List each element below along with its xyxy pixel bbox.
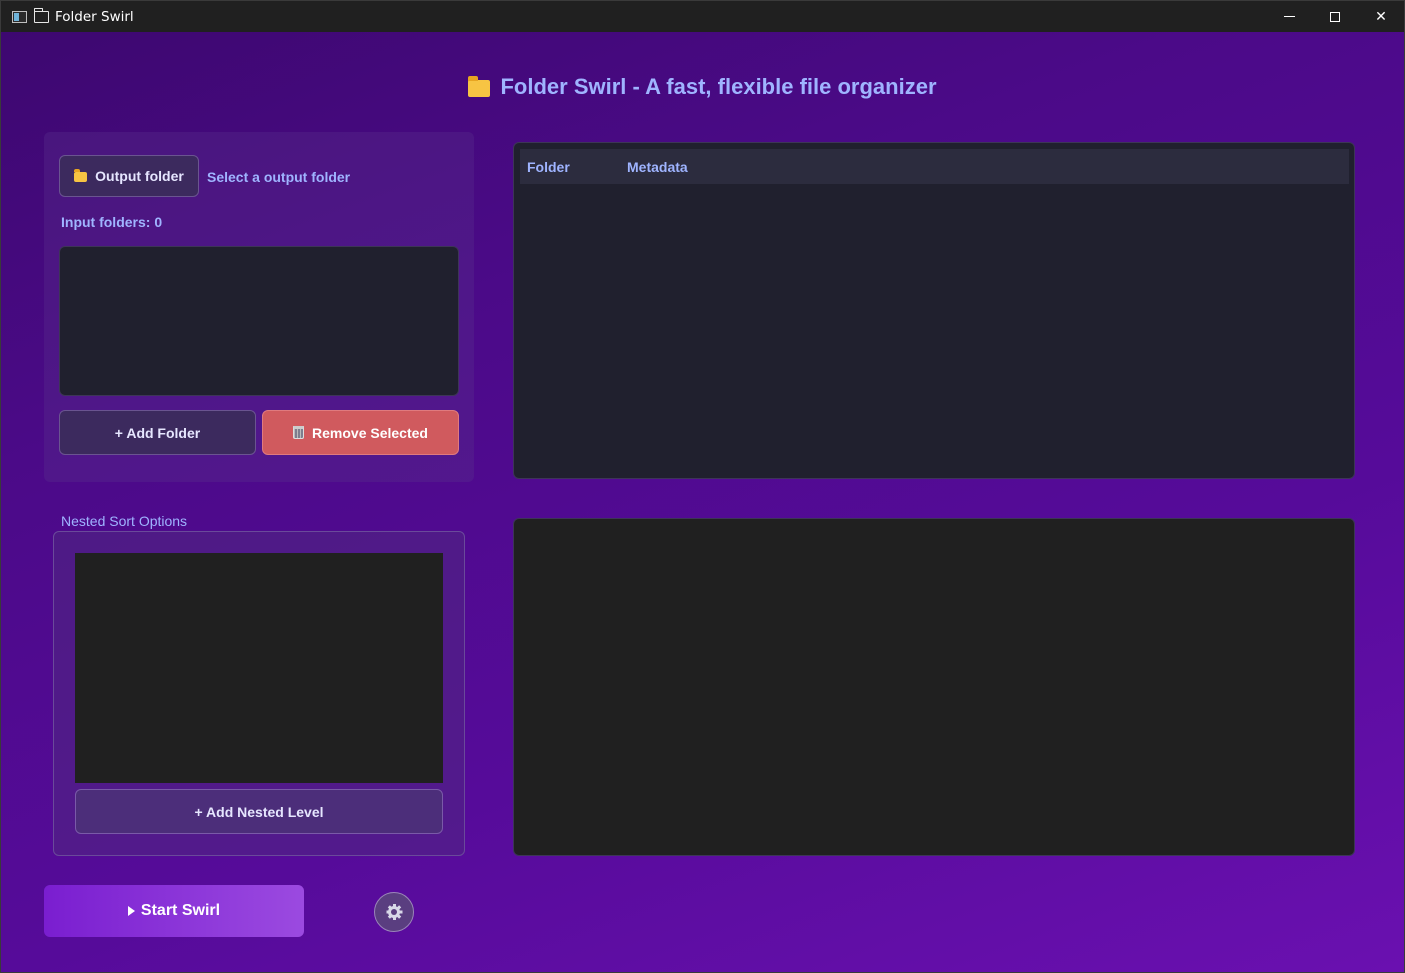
settings-button[interactable] bbox=[374, 892, 414, 932]
add-nested-level-button[interactable]: + Add Nested Level bbox=[75, 789, 443, 834]
input-folders-count: Input folders: 0 bbox=[61, 214, 163, 230]
app-window: Folder Swirl ✕ Folder Swirl - A fast, fl… bbox=[0, 0, 1405, 973]
add-nested-level-button-label: + Add Nested Level bbox=[194, 803, 324, 820]
window-title: Folder Swirl bbox=[55, 8, 134, 25]
main-content: Folder Swirl - A fast, flexible file org… bbox=[1, 32, 1404, 972]
maximize-icon bbox=[1330, 11, 1340, 22]
output-folder-status: Select a output folder bbox=[207, 169, 351, 185]
page-title: Folder Swirl - A fast, flexible file org… bbox=[500, 74, 937, 99]
start-swirl-button-label: Start Swirl bbox=[140, 902, 221, 919]
add-folder-button[interactable]: + Add Folder bbox=[59, 410, 256, 455]
start-swirl-button[interactable]: Start Swirl bbox=[44, 885, 304, 937]
minimize-button[interactable] bbox=[1266, 1, 1312, 32]
input-folders-panel: Output folder Select a output folder Inp… bbox=[44, 132, 474, 482]
preview-panel bbox=[513, 518, 1355, 856]
remove-selected-button-label: Remove Selected bbox=[312, 424, 428, 441]
gear-icon bbox=[386, 904, 402, 920]
play-icon bbox=[127, 906, 135, 916]
window-controls: ✕ bbox=[1266, 1, 1404, 32]
output-folder-button[interactable]: Output folder bbox=[59, 155, 199, 197]
folder-metadata-table[interactable]: Folder Metadata bbox=[513, 142, 1355, 479]
title-bar: Folder Swirl ✕ bbox=[1, 1, 1404, 32]
folder-icon bbox=[33, 7, 49, 23]
input-folders-list[interactable] bbox=[59, 246, 459, 396]
table-header: Folder Metadata bbox=[520, 149, 1349, 184]
nested-levels-list[interactable] bbox=[75, 553, 443, 783]
column-header-metadata[interactable]: Metadata bbox=[627, 159, 827, 175]
folder-icon bbox=[74, 169, 88, 182]
app-icon bbox=[12, 10, 27, 23]
trash-icon bbox=[293, 426, 305, 439]
page-header: Folder Swirl - A fast, flexible file org… bbox=[1, 74, 1404, 100]
nested-sort-options-panel: + Add Nested Level bbox=[53, 531, 465, 856]
add-folder-button-label: + Add Folder bbox=[114, 424, 201, 441]
output-folder-button-label: Output folder bbox=[95, 168, 184, 184]
close-icon: ✕ bbox=[1375, 8, 1387, 25]
nested-sort-options-label: Nested Sort Options bbox=[61, 513, 188, 529]
remove-selected-button[interactable]: Remove Selected bbox=[262, 410, 459, 455]
folder-icon bbox=[468, 76, 491, 97]
close-button[interactable]: ✕ bbox=[1358, 1, 1404, 32]
minimize-icon bbox=[1283, 16, 1295, 17]
column-header-folder[interactable]: Folder bbox=[527, 159, 627, 175]
maximize-button[interactable] bbox=[1312, 1, 1358, 32]
